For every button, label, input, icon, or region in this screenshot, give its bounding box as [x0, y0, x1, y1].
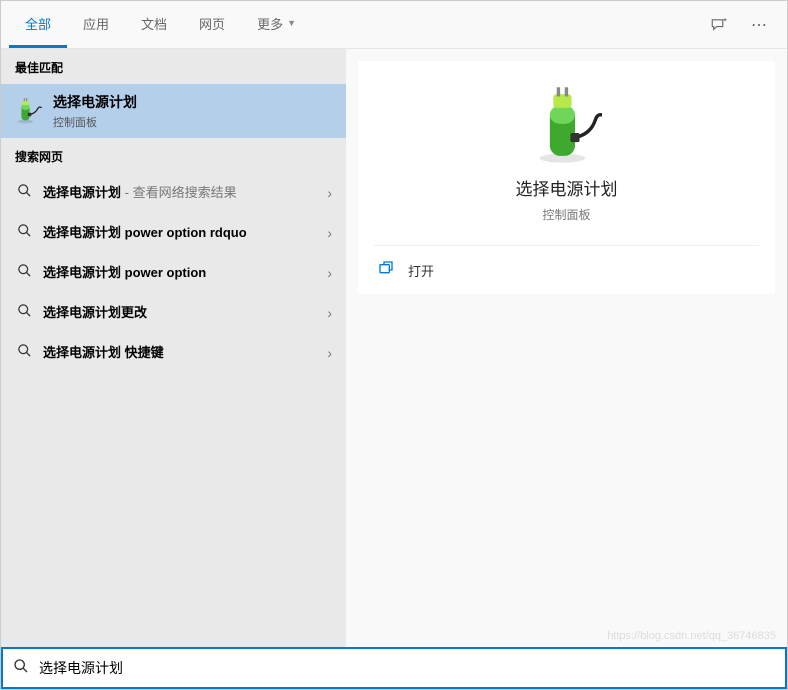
web-result-0[interactable]: 选择电源计划 - 查看网络搜索结果 ›	[1, 173, 346, 213]
preview-subtitle: 控制面板	[542, 206, 590, 223]
web-result-3[interactable]: 选择电源计划更改 ›	[1, 293, 346, 333]
section-best-match: 最佳匹配	[1, 49, 346, 84]
preview-panel: 选择电源计划 控制面板 打开	[346, 49, 787, 647]
search-input[interactable]	[39, 660, 775, 676]
open-icon	[378, 260, 394, 280]
tab-more[interactable]: 更多 ▼	[241, 1, 312, 48]
search-icon	[15, 263, 33, 283]
web-result-2[interactable]: 选择电源计划 power option ›	[1, 253, 346, 293]
chevron-down-icon: ▼	[287, 18, 296, 28]
tab-all[interactable]: 全部	[9, 1, 67, 48]
search-icon	[13, 658, 29, 679]
chevron-right-icon: ›	[319, 265, 332, 281]
best-match-item[interactable]: 选择电源计划 控制面板	[1, 84, 346, 138]
chevron-right-icon: ›	[319, 345, 332, 361]
tab-docs[interactable]: 文档	[125, 1, 183, 48]
web-result-text: 选择电源计划 power option	[43, 264, 319, 282]
search-icon	[15, 223, 33, 243]
tab-apps[interactable]: 应用	[67, 1, 125, 48]
search-icon	[15, 303, 33, 323]
web-result-text: 选择电源计划 - 查看网络搜索结果	[43, 184, 319, 202]
chevron-right-icon: ›	[319, 185, 332, 201]
preview-title: 选择电源计划	[516, 175, 618, 200]
power-plan-icon-large	[532, 85, 602, 165]
chevron-right-icon: ›	[319, 225, 332, 241]
tabs-bar: 全部 应用 文档 网页 更多 ▼ ⋯	[1, 1, 787, 49]
web-result-text: 选择电源计划 快捷键	[43, 344, 319, 362]
power-plan-icon	[15, 97, 43, 125]
best-match-title: 选择电源计划	[53, 92, 137, 112]
web-result-text: 选择电源计划更改	[43, 304, 319, 322]
results-panel: 最佳匹配 选择电源计划 控制面板 搜索网页	[1, 49, 346, 647]
more-options-icon[interactable]: ⋯	[739, 5, 779, 45]
web-result-1[interactable]: 选择电源计划 power option rdquo ›	[1, 213, 346, 253]
preview-card: 选择电源计划 控制面板 打开	[358, 61, 775, 294]
section-web-search: 搜索网页	[1, 138, 346, 173]
search-bar[interactable]	[1, 647, 787, 689]
feedback-icon[interactable]	[699, 5, 739, 45]
tab-web[interactable]: 网页	[183, 1, 241, 48]
search-icon	[15, 343, 33, 363]
search-icon	[15, 183, 33, 203]
best-match-subtitle: 控制面板	[53, 114, 137, 130]
tab-more-label: 更多	[257, 14, 283, 33]
web-result-4[interactable]: 选择电源计划 快捷键 ›	[1, 333, 346, 373]
open-action[interactable]: 打开	[374, 246, 759, 294]
open-label: 打开	[408, 261, 434, 280]
chevron-right-icon: ›	[319, 305, 332, 321]
web-result-text: 选择电源计划 power option rdquo	[43, 224, 319, 242]
